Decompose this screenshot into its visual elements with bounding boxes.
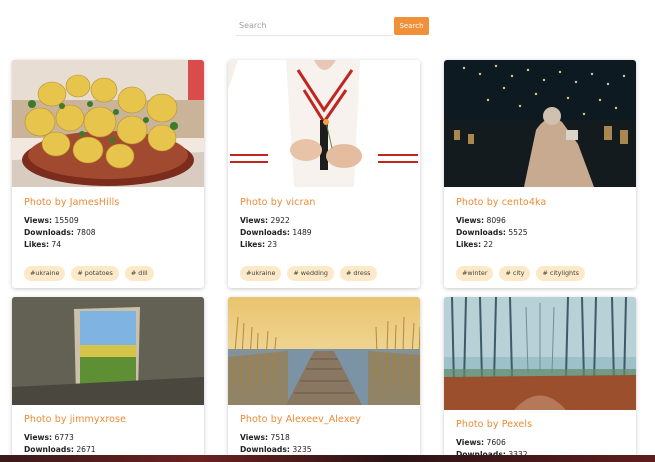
tag[interactable]: # city [499,266,531,281]
views-stat: Views: 2922 [240,215,412,227]
tag[interactable]: #ukraine [24,266,66,281]
views-label: Views: [24,433,53,442]
downloads-value: 2671 [76,445,96,454]
downloads-label: Downloads: [240,445,290,454]
downloads-stat: Downloads: 1489 [240,227,412,239]
tag[interactable]: # dill [124,266,154,281]
photo-card[interactable]: Photo by Alexeev_Alexey Views: 7518 Down… [228,297,420,462]
photo-image[interactable] [444,60,636,187]
likes-value: 74 [51,240,62,249]
likes-stat: Likes: 74 [24,239,196,251]
likes-value: 23 [267,240,278,249]
card-body: Photo by vicran Views: 2922 Downloads: 1… [240,197,412,251]
tag[interactable]: # potatoes [71,266,119,281]
views-value: 6773 [54,433,74,442]
card-body: Photo by JamesHills Views: 15509 Downloa… [24,197,196,251]
photo-image[interactable] [444,297,636,410]
views-label: Views: [240,216,269,225]
tag[interactable]: # dress [339,266,377,281]
photo-card[interactable]: Photo by vicran Views: 2922 Downloads: 1… [228,60,420,288]
search-bar: Search [236,16,429,36]
photo-author[interactable]: Photo by Alexeev_Alexey [240,414,412,425]
card-body: Photo by cento4ka Views: 8096 Downloads:… [456,197,628,251]
photo-card[interactable]: Photo by Pexels Views: 7606 Downloads: 3… [444,297,636,462]
background-strip [0,455,655,462]
search-button[interactable]: Search [394,17,429,35]
downloads-stat: Downloads: 5525 [456,227,628,239]
downloads-value: 5525 [508,228,528,237]
photo-card[interactable]: Photo by JamesHills Views: 15509 Downloa… [12,60,204,288]
photo-image[interactable] [12,60,204,187]
views-stat: Views: 6773 [24,432,196,444]
views-stat: Views: 15509 [24,215,196,227]
downloads-label: Downloads: [456,228,506,237]
photo-author[interactable]: Photo by vicran [240,197,412,208]
tag[interactable]: # wedding [287,266,334,281]
downloads-stat: Downloads: 7808 [24,227,196,239]
tag[interactable]: #ukraine [240,266,282,281]
card-body: Photo by jimmyxrose Views: 6773 Download… [24,414,196,456]
downloads-value: 1489 [292,228,312,237]
views-stat: Views: 7518 [240,432,412,444]
card-body: Photo by Alexeev_Alexey Views: 7518 Down… [240,414,412,456]
tag[interactable]: #winter [456,266,494,281]
views-label: Views: [456,438,485,447]
photo-author[interactable]: Photo by jimmyxrose [24,414,196,425]
downloads-label: Downloads: [24,445,74,454]
downloads-value: 7808 [76,228,96,237]
photo-author[interactable]: Photo by Pexels [456,419,628,430]
likes-label: Likes: [240,240,265,249]
views-stat: Views: 7606 [456,437,628,449]
likes-value: 22 [483,240,494,249]
likes-label: Likes: [456,240,481,249]
tag-list: #ukraine # wedding # dress [240,266,377,281]
likes-label: Likes: [24,240,49,249]
views-value: 8096 [486,216,506,225]
views-label: Views: [24,216,53,225]
downloads-label: Downloads: [240,228,290,237]
views-value: 7518 [270,433,290,442]
likes-stat: Likes: 23 [240,239,412,251]
likes-stat: Likes: 22 [456,239,628,251]
photo-image[interactable] [12,297,204,405]
views-stat: Views: 8096 [456,215,628,227]
photo-image[interactable] [228,297,420,405]
photo-card[interactable]: Photo by cento4ka Views: 8096 Downloads:… [444,60,636,288]
photo-image[interactable] [228,60,420,187]
search-input[interactable] [236,16,393,36]
views-value: 2922 [270,216,290,225]
photo-card[interactable]: Photo by jimmyxrose Views: 6773 Download… [12,297,204,462]
views-label: Views: [456,216,485,225]
tag-list: #ukraine # potatoes # dill [24,266,154,281]
downloads-label: Downloads: [24,228,74,237]
views-label: Views: [240,433,269,442]
tag-list: #winter # city # citylights [456,266,585,281]
photo-author[interactable]: Photo by cento4ka [456,197,628,208]
photo-author[interactable]: Photo by JamesHills [24,197,196,208]
tag[interactable]: # citylights [536,266,585,281]
downloads-value: 3235 [292,445,312,454]
views-value: 7606 [486,438,506,447]
views-value: 15509 [54,216,79,225]
